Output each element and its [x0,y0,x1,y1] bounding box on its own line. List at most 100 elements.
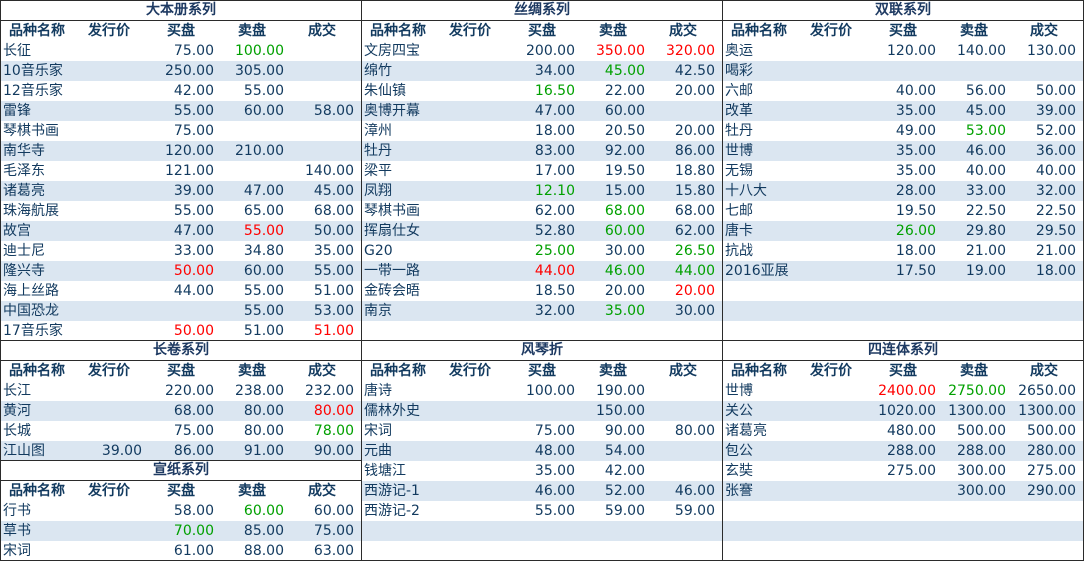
cell-sell: 80.00 [243,423,284,439]
cell-sell: 59.00 [604,503,645,519]
table-row[interactable] [723,301,1083,321]
table-row[interactable] [362,321,722,341]
cell-buy [145,301,217,321]
cell-name: G20 [364,243,393,259]
table-row[interactable]: 17音乐家 50.00 51.00 51.00 [1,321,361,341]
table-row[interactable]: 朱仙镇 16.50 22.00 20.00 [362,81,722,101]
table-row[interactable]: 唐卡 26.00 29.80 29.50 [723,221,1083,241]
cell-deal: 78.00 [313,423,354,439]
table-row[interactable]: 牡丹 83.00 92.00 86.00 [362,141,722,161]
table-row[interactable] [362,521,722,541]
table-row[interactable]: 文房四宝 200.00 350.00 320.00 [362,41,722,61]
table-row[interactable]: 抗战 18.00 21.00 21.00 [723,241,1083,261]
table-row[interactable]: 牡丹 49.00 53.00 52.00 [723,121,1083,141]
cell-issue: 39.00 [101,443,142,459]
table-row[interactable] [723,321,1083,341]
table-row[interactable]: 黄河 68.00 80.00 80.00 [1,401,361,421]
cell-buy: 35.00 [895,163,936,179]
table-row[interactable]: 金砖会晤 18.50 20.00 20.00 [362,281,722,301]
table-row[interactable]: 南华寺 120.00 210.00 [1,141,361,161]
table-row[interactable]: 玄奘 275.00 300.00 275.00 [723,461,1083,481]
cell-sell: 19.50 [604,163,645,179]
table-row[interactable] [723,521,1083,541]
table-row[interactable]: 世博 2400.00 2750.00 2650.00 [723,381,1083,401]
col-header-issue: 发行价 [810,23,852,39]
cell-issue [434,141,506,161]
table-row[interactable]: 江山图 39.00 86.00 91.00 90.00 [1,441,361,461]
cell-issue [434,461,506,481]
table-row[interactable]: 张謇 300.00 290.00 [723,481,1083,501]
cell-name: 南京 [364,303,392,319]
table-row[interactable]: 挥扇仕女 52.80 60.00 62.00 [362,221,722,241]
table-row[interactable]: 凤翔 12.10 15.00 15.80 [362,181,722,201]
table-row[interactable]: 诸葛亮 480.00 500.00 500.00 [723,421,1083,441]
table-row[interactable]: 诸葛亮 39.00 47.00 45.00 [1,181,361,201]
table-row[interactable]: 故宫 47.00 55.00 50.00 [1,221,361,241]
table-row[interactable]: 钱塘江 35.00 42.00 [362,461,722,481]
table-row[interactable]: 唐诗 100.00 190.00 [362,381,722,401]
table-row[interactable]: 元曲 48.00 54.00 [362,441,722,461]
table-row[interactable]: 雷锋 55.00 60.00 58.00 [1,101,361,121]
table-row[interactable]: 12音乐家 42.00 55.00 [1,81,361,101]
table-row[interactable]: 关公 1020.00 1300.00 1300.00 [723,401,1083,421]
cell-issue [73,181,145,201]
table-row[interactable]: 绵竹 34.00 45.00 42.50 [362,61,722,81]
cell-name [723,541,795,561]
table-row[interactable]: 无锡 35.00 40.00 40.00 [723,161,1083,181]
cell-name: 张謇 [725,483,753,499]
table-row[interactable]: 宋词 61.00 88.00 63.00 [1,541,361,561]
table-row[interactable] [723,541,1083,561]
table-row[interactable]: 西游记-2 55.00 59.00 59.00 [362,501,722,521]
table-row[interactable]: 隆兴寺 50.00 60.00 55.00 [1,261,361,281]
table-row[interactable]: 迪士尼 33.00 34.80 35.00 [1,241,361,261]
table-row[interactable]: 琴棋书画 75.00 [1,121,361,141]
table-row[interactable]: 宋词 75.00 90.00 80.00 [362,421,722,441]
table-row[interactable]: 珠海航展 55.00 65.00 68.00 [1,201,361,221]
table-row[interactable]: 世博 35.00 46.00 36.00 [723,141,1083,161]
table-row[interactable] [723,281,1083,301]
table-row[interactable]: 包公 288.00 288.00 280.00 [723,441,1083,461]
table-row[interactable]: 漳州 18.00 20.50 20.00 [362,121,722,141]
table-row[interactable]: 草书 70.00 85.00 75.00 [1,521,361,541]
table-row[interactable]: 10音乐家 250.00 305.00 [1,61,361,81]
table-row[interactable]: 改革 35.00 45.00 39.00 [723,101,1083,121]
table-row[interactable]: 海上丝路 44.00 55.00 51.00 [1,281,361,301]
cell-deal: 18.00 [1035,263,1076,279]
table-row[interactable]: 毛泽东 121.00 140.00 [1,161,361,181]
table-row[interactable]: 梁平 17.00 19.50 18.80 [362,161,722,181]
table-row[interactable]: 长城 75.00 80.00 78.00 [1,421,361,441]
table-row[interactable]: 长征 75.00 100.00 [1,41,361,61]
table-row[interactable]: 中国恐龙 55.00 53.00 [1,301,361,321]
cell-sell: 20.50 [604,123,645,139]
cell-issue [434,81,506,101]
table-row[interactable]: 南京 32.00 35.00 30.00 [362,301,722,321]
cell-issue [795,261,867,281]
table-row[interactable]: G20 25.00 30.00 26.50 [362,241,722,261]
table-row[interactable]: 2016亚展 17.50 19.00 18.00 [723,261,1083,281]
cell-sell: 500.00 [957,423,1006,439]
cell-deal [648,401,718,421]
table-row[interactable]: 行书 58.00 60.00 60.00 [1,501,361,521]
table-row[interactable]: 儒林外史 150.00 [362,401,722,421]
cell-issue [73,401,145,421]
cell-sell: 15.00 [604,183,645,199]
col-header-issue: 发行价 [88,483,130,499]
table-row[interactable]: 琴棋书画 62.00 68.00 68.00 [362,201,722,221]
table-row[interactable]: 一带一路 44.00 46.00 44.00 [362,261,722,281]
table-row[interactable]: 奥运 120.00 140.00 130.00 [723,41,1083,61]
cell-sell: 60.00 [243,263,284,279]
cell-buy: 55.00 [173,203,214,219]
table-row[interactable]: 七邮 19.50 22.50 22.50 [723,201,1083,221]
table-row[interactable]: 西游记-1 46.00 52.00 46.00 [362,481,722,501]
cell-issue [434,261,506,281]
table-row[interactable]: 六邮 40.00 56.00 50.00 [723,81,1083,101]
table-row[interactable] [362,541,722,561]
table-row[interactable]: 奥博开幕 47.00 60.00 [362,101,722,121]
cell-issue [795,441,867,461]
table-row[interactable]: 十八大 28.00 33.00 32.00 [723,181,1083,201]
table-row[interactable]: 长江 220.00 238.00 232.00 [1,381,361,401]
cell-deal: 2650.00 [1018,383,1076,399]
table-row[interactable] [723,501,1083,521]
cell-name: 奥博开幕 [364,103,420,119]
table-row[interactable]: 喝彩 [723,61,1083,81]
